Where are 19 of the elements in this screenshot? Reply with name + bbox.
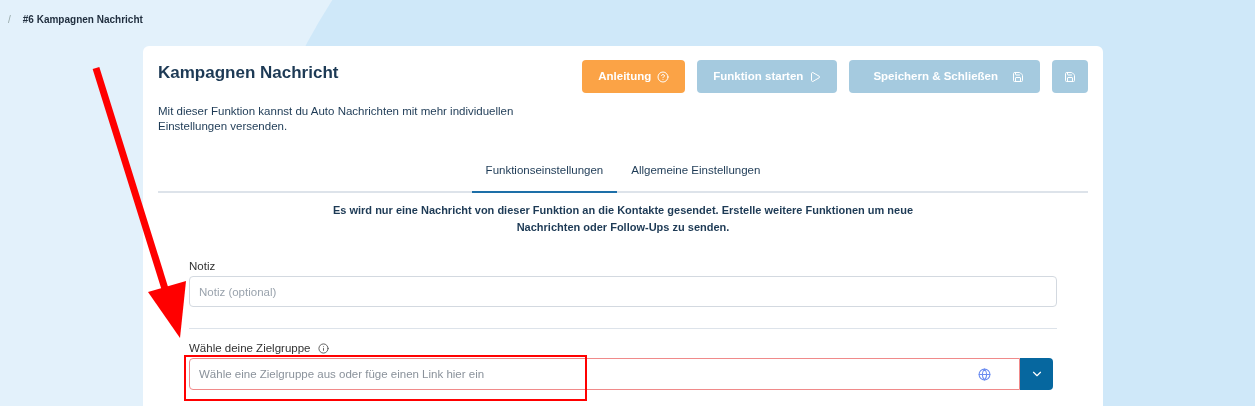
field-label: Wähle deine Zielgruppe: [189, 341, 311, 356]
card-title: Kampagnen Nachricht: [158, 62, 340, 84]
notice-text: Es wird nur eine Nachricht von dieser Funktion an die Kontakte gesendet. Erstelle weitere Funktionen um neue Nachrichten oder Follow-Ups zu senden.: [331, 202, 915, 235]
dropdown-button[interactable]: [1020, 358, 1053, 391]
help-icon: [657, 70, 670, 83]
tab[interactable]: Allgemeine Einstellungen: [617, 161, 775, 193]
target-group-field[interactable]: Wähle eine Zielgruppe aus oder füge einen Link hier ein: [189, 358, 1020, 391]
save-icon: [1064, 70, 1076, 83]
action-button[interactable]: Anleitung: [582, 60, 686, 93]
breadcrumb-separator: /: [8, 13, 11, 27]
play-icon: [809, 70, 822, 83]
tab[interactable]: Funktionseinstellungen: [471, 161, 618, 193]
field-label: Notiz: [189, 258, 217, 274]
info-icon: [318, 343, 330, 355]
note-input-field[interactable]: Notiz (optional): [189, 276, 1057, 307]
save-icon: [1012, 70, 1024, 83]
card-description: Mit dieser Funktion kannst du Auto Nachrichten mit mehr individuellen Einstellungen versenden.: [158, 103, 515, 134]
globe-icon: [978, 368, 991, 382]
breadcrumb-current: #6 Kampagnen Nachricht: [22, 13, 143, 27]
